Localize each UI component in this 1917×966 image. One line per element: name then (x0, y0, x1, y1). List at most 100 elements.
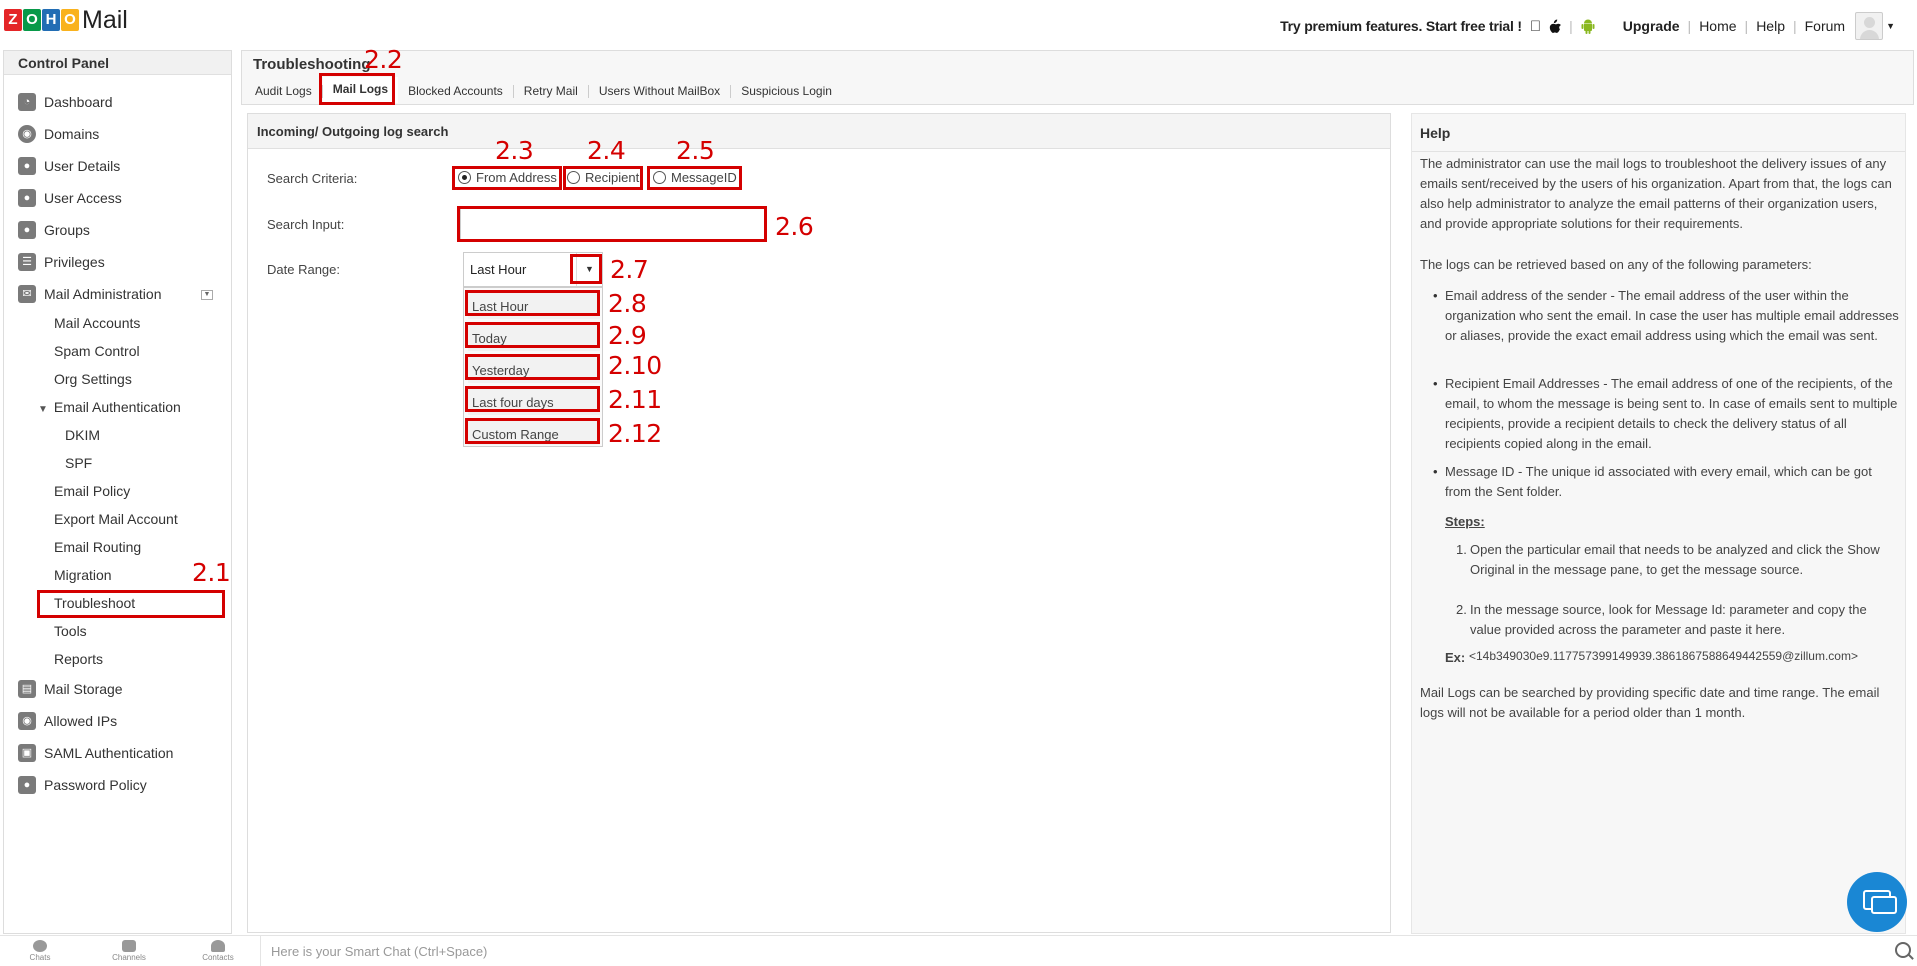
help-steps-title: Steps: (1445, 514, 1485, 529)
chats-button[interactable]: Chats (20, 940, 60, 962)
android-icon[interactable] (1581, 19, 1595, 34)
sidebar-item-label: Password Policy (44, 777, 147, 793)
sidebar-item-label: Domains (44, 126, 100, 142)
date-option-yesterday[interactable]: Yesterday (468, 357, 600, 383)
annotation-label: 2.9 (608, 321, 647, 350)
help-link[interactable]: Help (1756, 18, 1785, 34)
radio-recipient[interactable]: Recipient (567, 170, 639, 185)
channels-icon (122, 940, 136, 952)
radio-label: From Address (476, 170, 557, 185)
help-ex-value: <14b349030e9.117757399149939.38618675886… (1469, 649, 1858, 663)
date-range-label: Date Range: (267, 262, 340, 277)
date-option-last-hour[interactable]: Last Hour (468, 293, 600, 319)
sidebar-item-label: User Access (44, 190, 122, 206)
upgrade-link[interactable]: Upgrade (1623, 18, 1680, 34)
annotation-label: 2.10 (608, 351, 662, 380)
chevron-down-icon[interactable]: ▼ (576, 253, 602, 286)
radio-messageid[interactable]: MessageID (653, 170, 737, 185)
annotation-label: 2.5 (676, 136, 715, 165)
radio-label: MessageID (671, 170, 737, 185)
tab-mail-logs[interactable]: Mail Logs (322, 77, 399, 103)
sidebar-item-user-details[interactable]: ● User Details (18, 157, 120, 175)
date-option-today[interactable]: Today (468, 325, 600, 351)
apple-icon[interactable]:  (1530, 18, 1541, 35)
search-input-label: Search Input: (267, 217, 345, 232)
help-params-intro: The logs can be retrieved based on any o… (1420, 257, 1812, 272)
sidebar-item-spf[interactable]: SPF (65, 455, 92, 471)
sidebar-item-password-policy[interactable]: ● Password Policy (18, 776, 147, 794)
contacts-button[interactable]: Contacts (198, 940, 238, 962)
sidebar-item-label: Email Authentication (53, 399, 181, 415)
sidebar-item-migration[interactable]: Migration (54, 567, 112, 583)
sidebar-item-user-access[interactable]: ● User Access (18, 189, 122, 207)
tab-blocked-accounts[interactable]: Blocked Accounts (398, 84, 514, 98)
tab-audit-logs[interactable]: Audit Logs (251, 84, 323, 98)
logo-letter: O (23, 9, 41, 31)
radio-label: Recipient (585, 170, 640, 185)
sidebar-item-domains[interactable]: ◉ Domains (18, 125, 99, 143)
ip-icon: ◉ (18, 712, 36, 730)
user-access-icon: ● (18, 189, 36, 207)
sidebar-item-allowed-ips[interactable]: ◉ Allowed IPs (18, 712, 117, 730)
tab-suspicious-login[interactable]: Suspicious Login (731, 84, 842, 98)
bottom-item-label: Channels (112, 953, 146, 962)
chat-bubble-icon[interactable] (1847, 872, 1907, 932)
forum-link[interactable]: Forum (1805, 18, 1845, 34)
tab-bar: Audit Logs Mail Logs Blocked Accounts Re… (251, 77, 842, 103)
chevron-down-icon[interactable]: ▼ (1886, 21, 1895, 31)
help-footer: Mail Logs can be searched by providing s… (1420, 685, 1880, 720)
annotation-label: 2.6 (775, 212, 814, 241)
sidebar-item-label: Groups (44, 222, 90, 238)
sidebar-item-spam-control[interactable]: Spam Control (54, 343, 140, 359)
help-bullet: Message ID - The unique id associated wi… (1433, 462, 1901, 502)
help-bullet: Email address of the sender - The email … (1433, 286, 1901, 346)
user-icon: ● (18, 157, 36, 175)
sidebar-item-email-routing[interactable]: Email Routing (54, 539, 141, 555)
sidebar-item-groups[interactable]: ● Groups (18, 221, 90, 239)
sidebar-title: Control Panel (4, 51, 231, 75)
apple-icon[interactable] (1549, 19, 1562, 33)
collapse-toggle-icon[interactable]: ▼ (201, 290, 213, 300)
date-option-custom-range[interactable]: Custom Range (468, 421, 600, 445)
channels-button[interactable]: Channels (109, 940, 149, 962)
zoho-mail-logo[interactable]: Z O H O Mail (4, 4, 128, 36)
avatar[interactable] (1855, 12, 1884, 40)
sidebar-item-dashboard[interactable]: ◔ Dashboard (18, 93, 113, 111)
home-link[interactable]: Home (1699, 18, 1736, 34)
sidebar-item-reports[interactable]: Reports (54, 651, 103, 667)
separator: | (1792, 18, 1797, 34)
help-ex-label: Ex: (1445, 650, 1466, 665)
sidebar-item-mail-storage[interactable]: ▤ Mail Storage (18, 680, 123, 698)
sidebar-item-label: Mail Administration (44, 286, 162, 302)
search-input[interactable] (460, 208, 766, 240)
tab-users-without-mailbox[interactable]: Users Without MailBox (589, 84, 732, 98)
sidebar-item-label: Allowed IPs (44, 713, 118, 729)
sidebar-item-dkim[interactable]: DKIM (65, 427, 100, 443)
sidebar-item-mail-administration[interactable]: ✉ Mail Administration (18, 285, 162, 303)
help-bullet: Recipient Email Addresses - The email ad… (1433, 374, 1901, 454)
bottom-item-label: Contacts (202, 953, 234, 962)
tab-retry-mail[interactable]: Retry Mail (514, 84, 589, 98)
sidebar-item-export-mail-account[interactable]: Export Mail Account (54, 511, 178, 527)
sidebar-item-mail-accounts[interactable]: Mail Accounts (54, 315, 140, 331)
free-trial-link[interactable]: Try premium features. Start free trial ! (1280, 18, 1522, 34)
help-intro: The administrator can use the mail logs … (1420, 156, 1892, 231)
search-criteria-label: Search Criteria: (267, 171, 358, 186)
sidebar-item-email-policy[interactable]: Email Policy (54, 483, 130, 499)
sidebar-item-saml-authentication[interactable]: ▣ SAML Authentication (18, 744, 173, 762)
search-icon[interactable] (1895, 942, 1911, 958)
radio-unselected-icon (653, 171, 666, 184)
date-range-select[interactable]: Last Hour ▼ (463, 252, 603, 287)
separator: | (1569, 18, 1573, 34)
sidebar-item-org-settings[interactable]: Org Settings (54, 371, 132, 387)
sidebar-item-privileges[interactable]: ☰ Privileges (18, 253, 105, 271)
radio-from-address[interactable]: From Address (458, 170, 557, 185)
annotation-label: 2.8 (608, 289, 647, 318)
globe-icon: ◉ (18, 125, 36, 143)
sidebar-item-email-authentication[interactable]: ▼ Email Authentication (38, 399, 181, 415)
date-option-last-four-days[interactable]: Last four days (468, 389, 600, 415)
smart-chat-input[interactable]: Here is your Smart Chat (Ctrl+Space) (260, 936, 1880, 966)
sidebar-item-label: Mail Storage (44, 681, 123, 697)
sidebar-item-troubleshoot[interactable]: Troubleshoot (54, 595, 135, 611)
sidebar-item-tools[interactable]: Tools (54, 623, 87, 639)
